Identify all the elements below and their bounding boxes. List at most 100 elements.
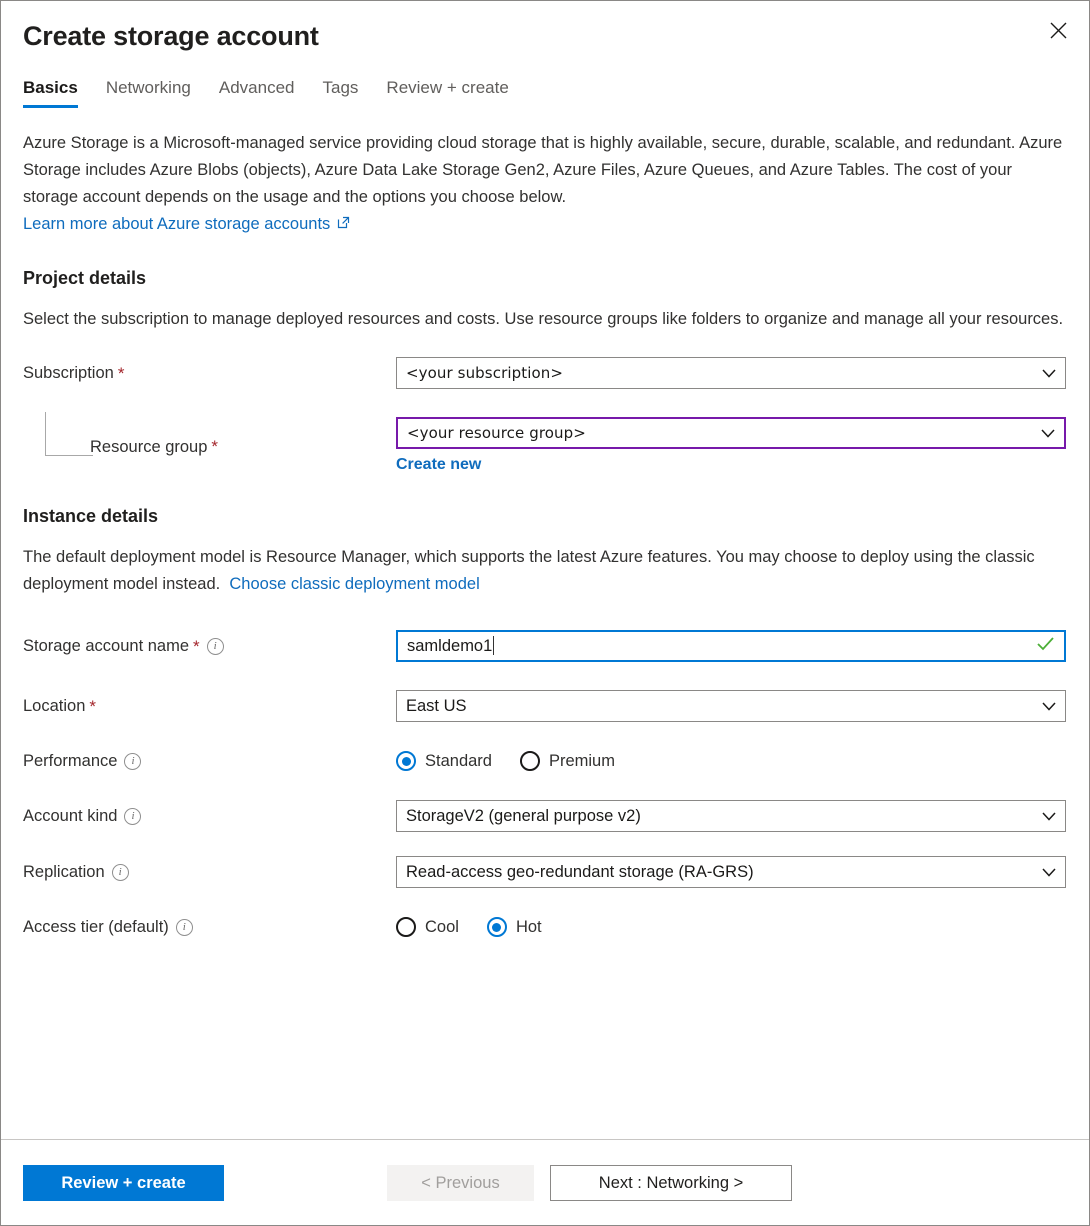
project-details-heading: Project details bbox=[23, 266, 1067, 290]
replication-row: Replication i Read-access geo-redundant … bbox=[23, 856, 1067, 888]
storage-account-name-value: samldemo1 bbox=[407, 631, 492, 661]
account-kind-row: Account kind i StorageV2 (general purpos… bbox=[23, 800, 1067, 832]
replication-field: Read-access geo-redundant storage (RA-GR… bbox=[396, 856, 1066, 888]
choose-classic-deployment-model-link[interactable]: Choose classic deployment model bbox=[229, 575, 479, 593]
learn-more-label: Learn more about Azure storage accounts bbox=[23, 211, 330, 238]
external-link-icon bbox=[337, 211, 350, 238]
access-tier-option-hot[interactable]: Hot bbox=[487, 917, 542, 937]
info-icon[interactable]: i bbox=[176, 919, 193, 936]
performance-row: Performance i Standard Premium bbox=[23, 746, 1067, 776]
subscription-select[interactable]: <your subscription> bbox=[396, 357, 1066, 389]
subscription-value: <your subscription> bbox=[406, 358, 563, 388]
storage-account-name-field: samldemo1 bbox=[396, 630, 1066, 662]
page-title: Create storage account bbox=[23, 19, 1067, 53]
subscription-row: Subscription * <your subscription> bbox=[23, 357, 1067, 389]
performance-label: Performance i bbox=[23, 750, 396, 772]
instance-details-heading: Instance details bbox=[23, 504, 1067, 528]
resource-group-label: Resource group * bbox=[23, 436, 396, 458]
performance-radio-group: Standard Premium bbox=[396, 751, 1066, 771]
label-text: Access tier (default) bbox=[23, 916, 169, 938]
account-kind-select[interactable]: StorageV2 (general purpose v2) bbox=[396, 800, 1066, 832]
chevron-down-icon bbox=[1042, 691, 1056, 721]
location-field: East US bbox=[396, 690, 1066, 722]
label-text: Location bbox=[23, 695, 85, 717]
resource-group-row: Resource group * <your resource group> C… bbox=[23, 417, 1067, 476]
account-kind-value: StorageV2 (general purpose v2) bbox=[406, 801, 641, 831]
performance-option-premium[interactable]: Premium bbox=[520, 751, 615, 771]
radio-label: Standard bbox=[425, 752, 492, 771]
tab-networking[interactable]: Networking bbox=[106, 77, 191, 108]
label-text: Subscription bbox=[23, 362, 114, 384]
tab-label: Basics bbox=[23, 78, 78, 97]
info-icon[interactable]: i bbox=[207, 638, 224, 655]
label-text: Performance bbox=[23, 750, 117, 772]
checkmark-icon bbox=[1037, 631, 1054, 661]
review-create-button[interactable]: Review + create bbox=[23, 1165, 224, 1201]
label-text: Account kind bbox=[23, 805, 117, 827]
radio-indicator bbox=[520, 751, 540, 771]
tab-label: Review + create bbox=[386, 78, 508, 97]
storage-account-name-input[interactable]: samldemo1 bbox=[396, 630, 1066, 662]
chevron-down-icon bbox=[1042, 857, 1056, 887]
tree-connector bbox=[45, 412, 93, 456]
label-text: Replication bbox=[23, 861, 105, 883]
blade-footer: Review + create < Previous Next : Networ… bbox=[1, 1139, 1089, 1225]
info-icon[interactable]: i bbox=[112, 864, 129, 881]
tab-review-create[interactable]: Review + create bbox=[386, 77, 508, 108]
close-icon[interactable] bbox=[1039, 11, 1077, 49]
access-tier-option-cool[interactable]: Cool bbox=[396, 917, 459, 937]
instance-details-description-text: The default deployment model is Resource… bbox=[23, 548, 1035, 593]
required-marker: * bbox=[211, 438, 218, 455]
tab-advanced[interactable]: Advanced bbox=[219, 77, 295, 108]
resource-group-value: <your resource group> bbox=[407, 418, 586, 448]
location-value: East US bbox=[406, 691, 467, 721]
tab-label: Networking bbox=[106, 78, 191, 97]
radio-indicator bbox=[487, 917, 507, 937]
required-marker: * bbox=[193, 638, 200, 655]
storage-account-name-label: Storage account name * i bbox=[23, 635, 396, 657]
create-new-resource-group-link[interactable]: Create new bbox=[396, 454, 481, 476]
account-kind-field: StorageV2 (general purpose v2) bbox=[396, 800, 1066, 832]
tab-basics[interactable]: Basics bbox=[23, 77, 78, 108]
radio-indicator bbox=[396, 917, 416, 937]
performance-field: Standard Premium bbox=[396, 751, 1066, 771]
resource-group-field: <your resource group> Create new bbox=[396, 417, 1066, 476]
radio-indicator bbox=[396, 751, 416, 771]
access-tier-radio-group: Cool Hot bbox=[396, 917, 1066, 937]
blade-body: Azure Storage is a Microsoft-managed ser… bbox=[1, 108, 1089, 1139]
replication-label: Replication i bbox=[23, 861, 396, 883]
tab-label: Advanced bbox=[219, 78, 295, 97]
create-storage-account-blade: Create storage account Basics Networking… bbox=[0, 0, 1090, 1226]
chevron-down-icon bbox=[1042, 801, 1056, 831]
radio-label: Premium bbox=[549, 752, 615, 771]
previous-button[interactable]: < Previous bbox=[387, 1165, 534, 1201]
next-networking-button[interactable]: Next : Networking > bbox=[550, 1165, 792, 1201]
access-tier-row: Access tier (default) i Cool Hot bbox=[23, 912, 1067, 942]
subscription-field: <your subscription> bbox=[396, 357, 1066, 389]
replication-select[interactable]: Read-access geo-redundant storage (RA-GR… bbox=[396, 856, 1066, 888]
tab-label: Tags bbox=[323, 78, 359, 97]
required-marker: * bbox=[118, 365, 125, 382]
chevron-down-icon bbox=[1042, 358, 1056, 388]
subscription-label: Subscription * bbox=[23, 362, 396, 384]
info-icon[interactable]: i bbox=[124, 753, 141, 770]
chevron-down-icon bbox=[1041, 418, 1055, 448]
performance-option-standard[interactable]: Standard bbox=[396, 751, 492, 771]
access-tier-field: Cool Hot bbox=[396, 917, 1066, 937]
intro-paragraph: Azure Storage is a Microsoft-managed ser… bbox=[23, 130, 1067, 211]
learn-more-link[interactable]: Learn more about Azure storage accounts bbox=[23, 211, 350, 238]
location-row: Location * East US bbox=[23, 690, 1067, 722]
info-icon[interactable]: i bbox=[124, 808, 141, 825]
label-text: Resource group bbox=[90, 436, 207, 458]
required-marker: * bbox=[89, 698, 96, 715]
location-select[interactable]: East US bbox=[396, 690, 1066, 722]
tab-tags[interactable]: Tags bbox=[323, 77, 359, 108]
instance-details-description: The default deployment model is Resource… bbox=[23, 544, 1067, 598]
location-label: Location * bbox=[23, 695, 396, 717]
resource-group-select[interactable]: <your resource group> bbox=[396, 417, 1066, 449]
project-details-description: Select the subscription to manage deploy… bbox=[23, 306, 1067, 333]
tab-bar: Basics Networking Advanced Tags Review +… bbox=[1, 77, 1089, 108]
replication-value: Read-access geo-redundant storage (RA-GR… bbox=[406, 857, 754, 887]
text-cursor bbox=[493, 636, 494, 655]
radio-label: Cool bbox=[425, 918, 459, 937]
